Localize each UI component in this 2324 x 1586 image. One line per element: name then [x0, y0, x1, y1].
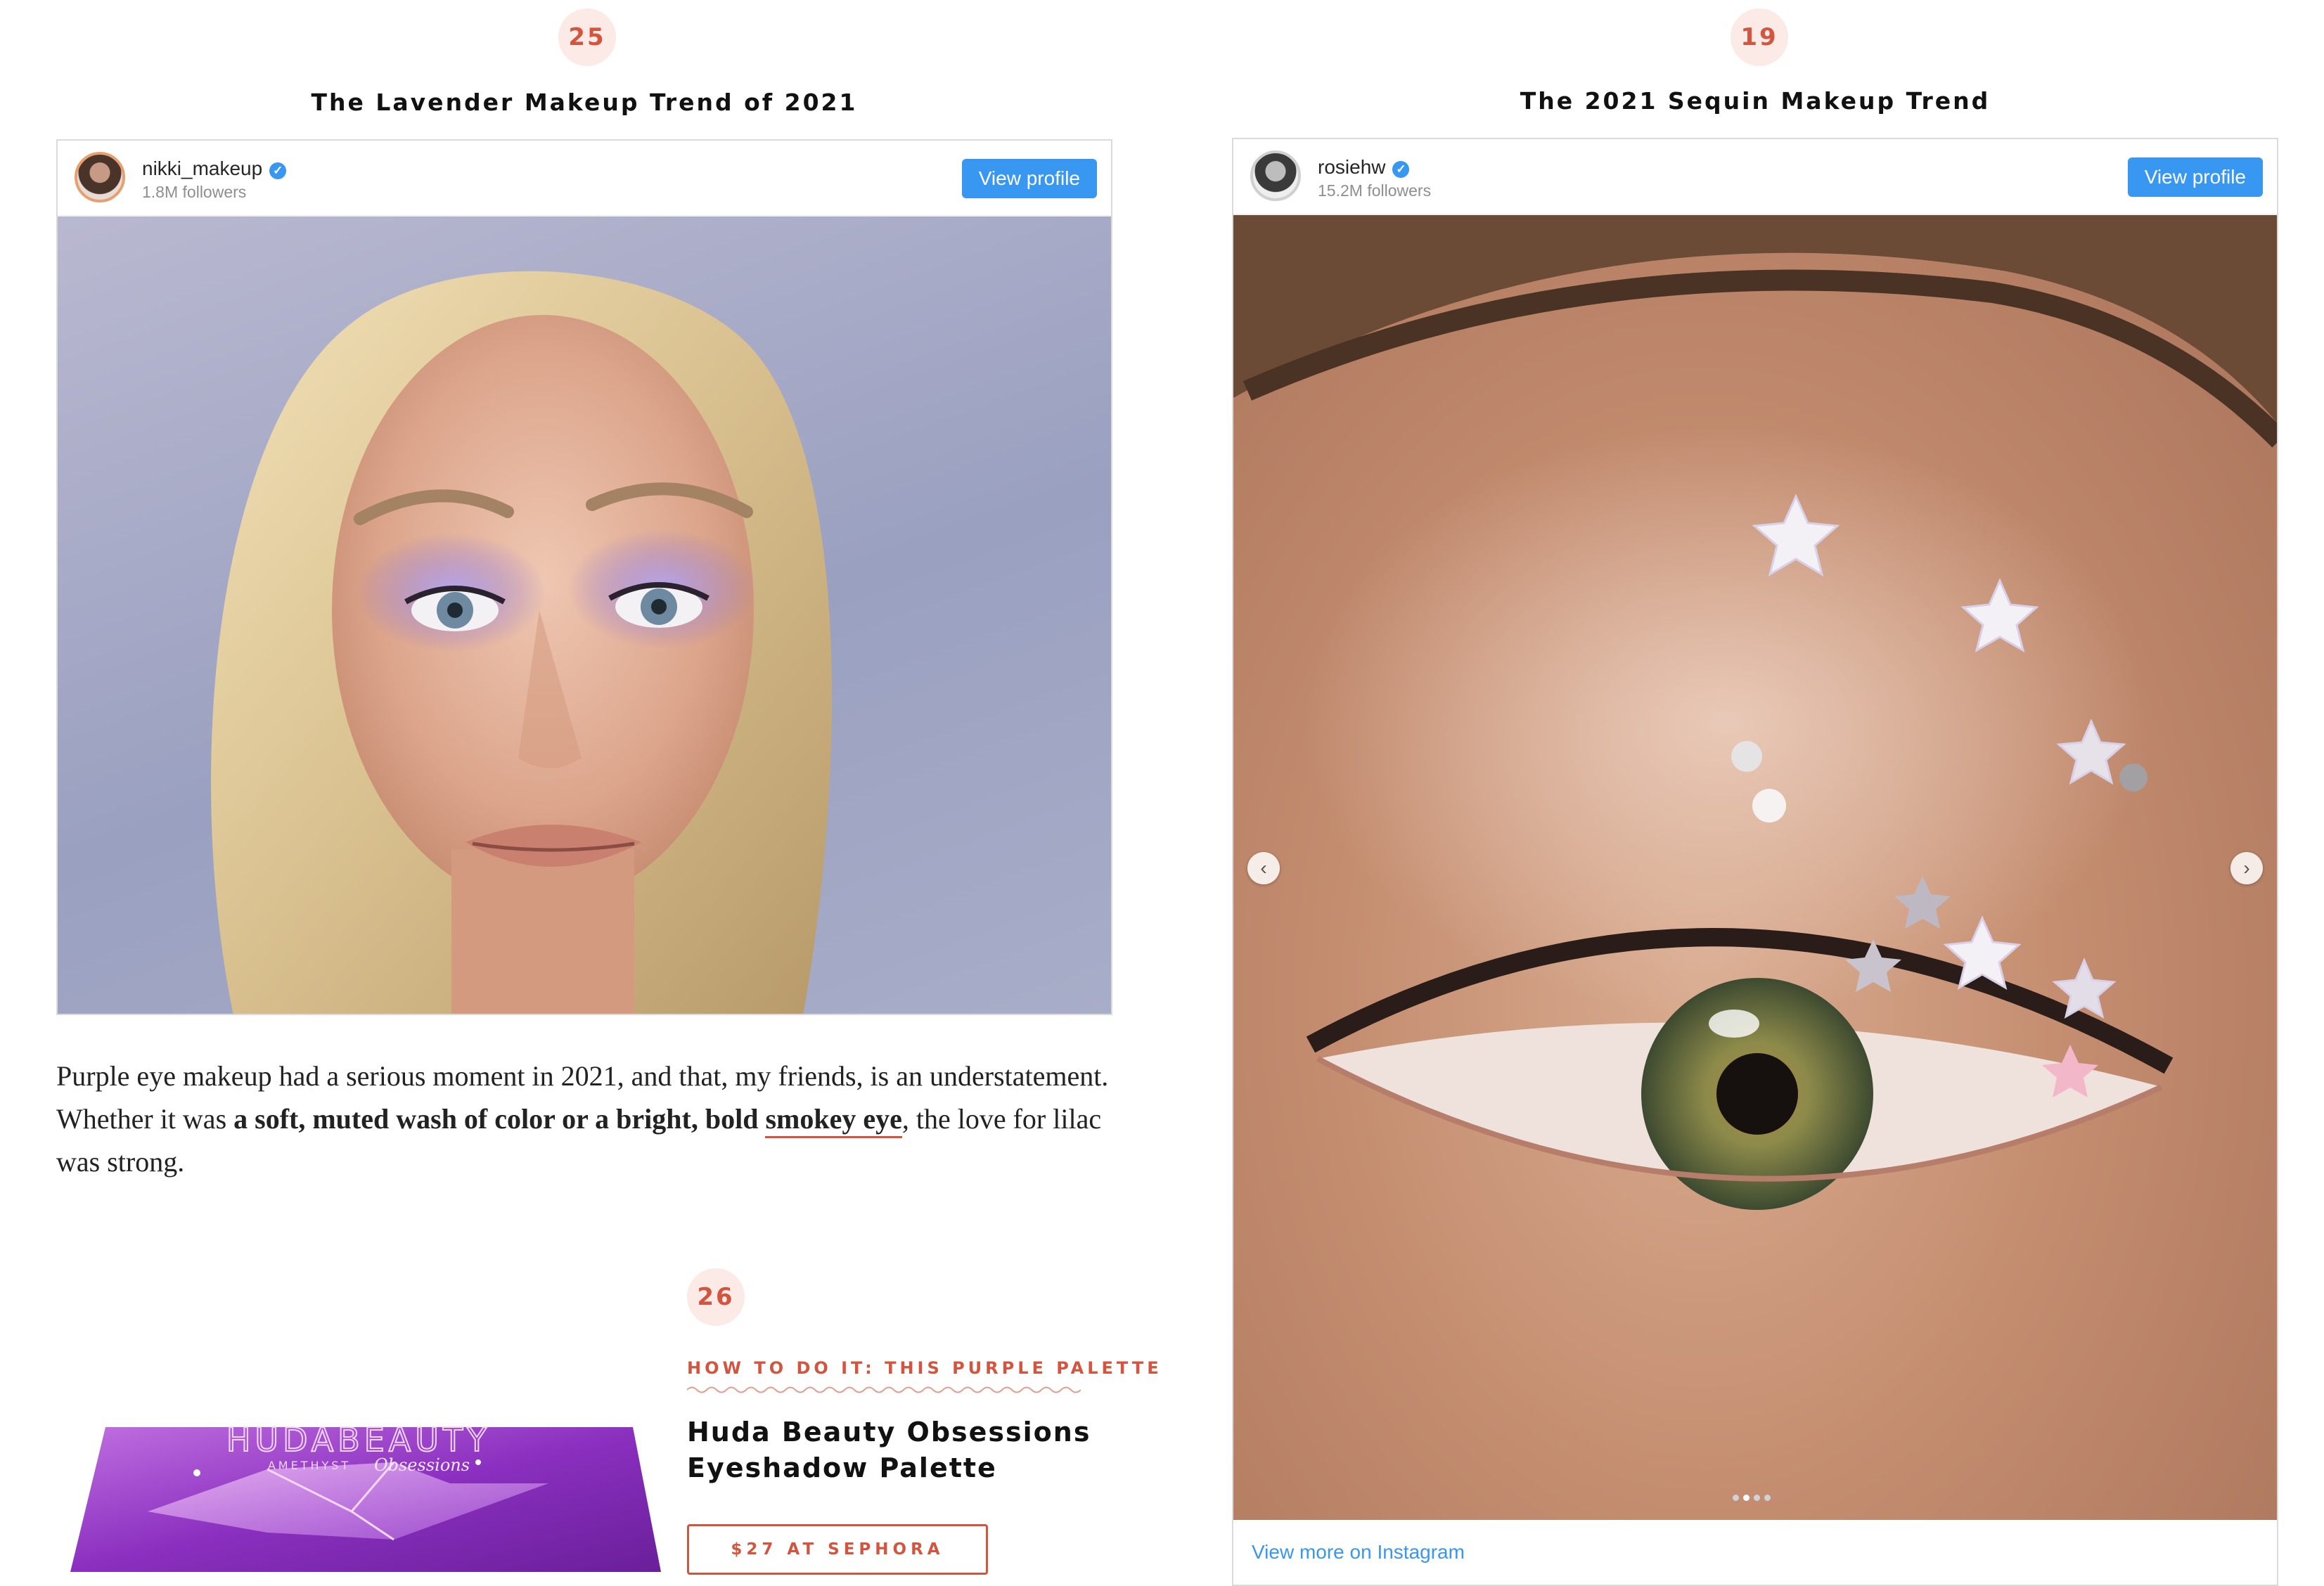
instagram-photo[interactable] — [58, 217, 1111, 1014]
smokey-eye-link[interactable]: smokey eye — [765, 1103, 902, 1138]
carousel-dot — [1764, 1495, 1771, 1501]
product-name[interactable]: Huda Beauty Obsessions Eyeshadow Palette — [687, 1414, 1109, 1486]
item-number-badge: 19 — [1731, 8, 1788, 66]
username-text[interactable]: rosiehw — [1318, 156, 1385, 178]
box-line-text: AMETHYST — [268, 1459, 351, 1472]
product-kicker: HOW TO DO IT: THIS PURPLE PALETTE — [687, 1358, 1162, 1378]
paragraph-bold-text: a soft, muted wash of color or a bright,… — [233, 1103, 766, 1135]
verified-badge-icon: ✓ — [1392, 161, 1410, 178]
carousel-dots — [1733, 1495, 1771, 1501]
box-brand-text: HUDABEAUTY — [226, 1421, 491, 1459]
carousel-prev-button[interactable]: ‹ — [1247, 852, 1280, 884]
carousel-dot — [1754, 1495, 1760, 1501]
view-profile-button[interactable]: View profile — [2127, 157, 2263, 197]
portrait-illustration — [211, 271, 832, 1014]
username-text[interactable]: nikki_makeup — [142, 157, 262, 179]
carousel-dot — [1743, 1495, 1750, 1501]
eye-closeup-illustration — [1233, 215, 2277, 1210]
item-number-badge: 26 — [687, 1268, 745, 1326]
view-profile-button[interactable]: View profile — [961, 159, 1097, 198]
instagram-header: rosiehw ✓ 15.2M followers View profile — [1233, 139, 2277, 215]
box-script-text: Obsessions — [374, 1455, 470, 1475]
avatar[interactable] — [75, 152, 125, 202]
carousel-dot — [1733, 1495, 1739, 1501]
palette-box-illustration: HUDABEAUTY AMETHYST Obsessions — [70, 1420, 661, 1572]
section-title: The Lavender Makeup Trend of 2021 — [311, 89, 858, 116]
follower-count: 1.8M followers — [142, 183, 247, 201]
wavy-underline — [687, 1386, 1081, 1393]
instagram-username[interactable]: nikki_makeup ✓ — [142, 157, 287, 180]
instagram-embed: nikki_makeup ✓ 1.8M followers View profil… — [56, 139, 1112, 1015]
view-more-link[interactable]: View more on Instagram — [1252, 1541, 1465, 1564]
product-image[interactable]: HUDABEAUTY AMETHYST Obsessions — [56, 1406, 661, 1572]
instagram-embed: rosiehw ✓ 15.2M followers View profile ‹… — [1232, 138, 2278, 1586]
item-number-badge: 25 — [558, 8, 616, 66]
avatar[interactable] — [1250, 150, 1301, 201]
instagram-username[interactable]: rosiehw ✓ — [1318, 156, 1410, 179]
article-paragraph: Purple eye makeup had a serious moment i… — [56, 1055, 1111, 1183]
instagram-photo[interactable]: ‹ › — [1233, 215, 2277, 1520]
instagram-header: nikki_makeup ✓ 1.8M followers View profil… — [58, 141, 1111, 217]
follower-count: 15.2M followers — [1318, 181, 1432, 200]
section-title: The 2021 Sequin Makeup Trend — [1520, 87, 1991, 115]
buy-button[interactable]: $27 AT SEPHORA — [687, 1524, 988, 1575]
carousel-next-button[interactable]: › — [2230, 852, 2263, 884]
verified-badge-icon: ✓ — [269, 162, 287, 179]
